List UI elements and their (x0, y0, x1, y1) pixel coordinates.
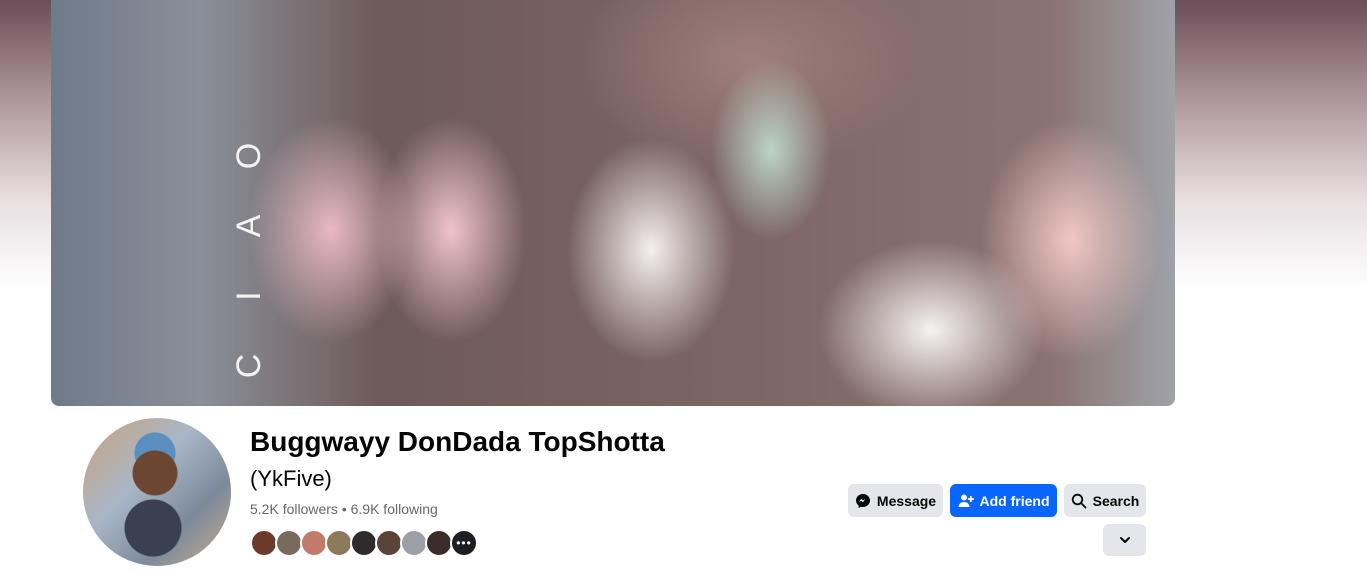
add-friend-button-label: Add friend (979, 492, 1050, 509)
mutual-friends-row: ••• (250, 529, 478, 557)
search-button-label: Search (1092, 492, 1140, 509)
more-options-button[interactable] (1103, 524, 1146, 556)
profile-alternate-name: (YkFive) (250, 466, 332, 491)
profile-avatar[interactable] (80, 415, 234, 569)
friend-avatar[interactable] (250, 529, 278, 557)
message-button-label: Message (876, 492, 937, 509)
profile-name: Buggwayy DonDada TopShotta (250, 426, 665, 457)
friend-avatar[interactable] (375, 529, 403, 557)
friend-avatar[interactable] (275, 529, 303, 557)
friend-avatar[interactable] (325, 529, 353, 557)
more-friends-icon[interactable]: ••• (450, 529, 478, 557)
cover-letter: O (230, 140, 268, 170)
add-friend-button[interactable]: Add friend (950, 484, 1057, 517)
search-icon (1071, 493, 1087, 508)
friend-avatar[interactable] (400, 529, 428, 557)
message-button[interactable]: Message (848, 484, 943, 517)
messenger-icon (855, 493, 870, 508)
search-button[interactable]: Search (1064, 484, 1146, 517)
add-friend-icon (958, 494, 974, 507)
profile-follow-stats[interactable]: 5.2K followers • 6.9K following (250, 501, 438, 517)
friend-avatar[interactable] (425, 529, 453, 557)
friend-avatar[interactable] (300, 529, 328, 557)
cover-letter: I (230, 289, 268, 301)
cover-letter: C (230, 351, 268, 379)
cover-letter: A (230, 212, 268, 238)
chevron-down-icon (1119, 537, 1130, 543)
cover-overlay-text: O A I C (229, 120, 269, 400)
friend-avatar[interactable] (350, 529, 378, 557)
cover-photo[interactable]: O A I C (51, 0, 1175, 406)
